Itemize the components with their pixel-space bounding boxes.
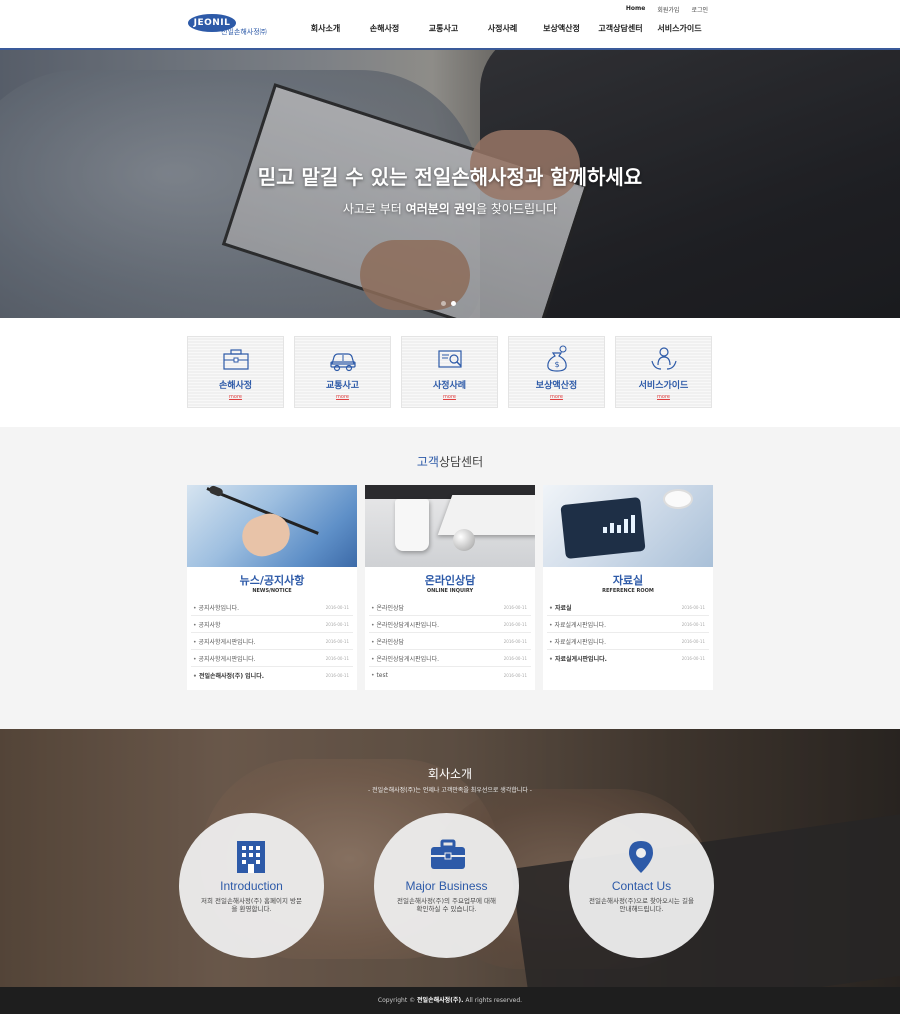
quick-item-traffic[interactable]: 교통사고 more xyxy=(294,336,391,408)
company-intro-section: 회사소개 - 전일손해사정(주)는 언제나 고객만족을 최우선으로 생각합니다 … xyxy=(0,729,900,987)
more-link[interactable]: more xyxy=(295,394,390,400)
list-item[interactable]: 온라인상담2016-00-11 xyxy=(369,633,531,650)
board-card-news: 뉴스/공지사항 NEWS/NOTICE 공지사항입니다.2016-00-11 공… xyxy=(187,485,357,690)
building-icon xyxy=(237,841,265,873)
circle-description: 전일손해사정(주)으로 찾아오시는 길을 안내해드립니다. xyxy=(589,897,694,914)
nav-item-customer-center[interactable]: 고객상담센터 xyxy=(591,23,650,34)
svg-text:$: $ xyxy=(554,360,559,369)
nav-item-cases[interactable]: 사정사례 xyxy=(473,23,532,34)
logo[interactable]: JEONIL 전일손해사정㈜ xyxy=(188,12,268,38)
quick-item-label: 교통사고 xyxy=(325,381,360,391)
board-cards: 뉴스/공지사항 NEWS/NOTICE 공지사항입니다.2016-00-11 공… xyxy=(187,485,713,690)
map-pin-icon xyxy=(629,841,653,873)
list-item[interactable]: 온라인상담2016-00-11 xyxy=(369,599,531,616)
board-title[interactable]: 온라인상담 xyxy=(365,572,535,588)
quick-item-label: 보상액산정 xyxy=(535,381,578,391)
board-subtitle: NEWS/NOTICE xyxy=(252,588,292,594)
nav-item-company[interactable]: 회사소개 xyxy=(296,23,355,34)
customer-center-section: 고객상담센터 뉴스/공지사항 NEWS/NOTICE 공지사항입니다.2016-… xyxy=(0,427,900,729)
quick-item-label: 서비스가이드 xyxy=(638,381,689,391)
board-subtitle: ONLINE INQUIRY xyxy=(426,588,474,594)
main-nav: 회사소개 손해사정 교통사고 사정사례 보상액산정 고객상담센터 서비스가이드 xyxy=(296,23,709,34)
briefcase-icon xyxy=(223,349,249,370)
quick-item-label: 손해사정 xyxy=(218,381,253,391)
list-item[interactable]: 공지사항게시판입니다.2016-00-11 xyxy=(191,633,353,650)
list-item[interactable]: 공지사항입니다.2016-00-11 xyxy=(191,599,353,616)
board-subtitle: REFERENCE ROOM xyxy=(602,588,654,594)
quick-item-compensation[interactable]: $ 보상액산정 more xyxy=(508,336,605,408)
board-list: 온라인상담2016-00-11 온라인상담게시판입니다.2016-00-11 온… xyxy=(369,599,531,684)
list-item[interactable]: 자료실2016-00-11 xyxy=(547,599,709,616)
hero-title: 믿고 맡길 수 있는 전일손해사정과 함께하세요 xyxy=(257,165,643,189)
circle-description: 저희 전일손해사정(주) 홈페이지 방문을 환영합니다. xyxy=(201,897,302,914)
major-business-circle[interactable]: Major Business 전일손해사정(주)의 주요업무에 대해 확인하실 … xyxy=(374,813,519,958)
list-item[interactable]: 공지사항게시판입니다.2016-00-11 xyxy=(191,650,353,667)
list-item[interactable]: 공지사항2016-00-11 xyxy=(191,616,353,633)
money-bag-icon: $ xyxy=(547,345,567,372)
service-person-icon xyxy=(651,347,677,370)
quick-item-label: 사정사례 xyxy=(432,381,467,391)
briefcase-icon xyxy=(431,839,465,869)
circle-title: Contact Us xyxy=(611,879,672,893)
more-link[interactable]: more xyxy=(616,394,711,400)
board-list: 자료실2016-00-11 자료실게시판입니다.2016-00-11 자료실게시… xyxy=(547,599,709,667)
circle-title: Major Business xyxy=(405,879,488,893)
contact-us-circle[interactable]: Contact Us 전일손해사정(주)으로 찾아오시는 길을 안내해드립니다. xyxy=(569,813,714,958)
board-title[interactable]: 뉴스/공지사항 xyxy=(187,572,357,588)
list-item[interactable]: 자료실게시판입니다.2016-00-11 xyxy=(547,633,709,650)
quick-item-cases[interactable]: 사정사례 more xyxy=(401,336,498,408)
list-item[interactable]: test2016-00-11 xyxy=(369,667,531,684)
logo-subtitle: 전일손해사정㈜ xyxy=(221,28,267,36)
news-photo xyxy=(187,485,357,567)
list-item[interactable]: 자료실게시판입니다.2016-00-11 xyxy=(547,650,709,667)
search-document-icon xyxy=(438,350,462,368)
slide-dot-2[interactable] xyxy=(451,301,456,306)
join-link[interactable]: 회원가입 xyxy=(657,5,679,14)
utility-nav: Home 회원가입 로그인 xyxy=(626,5,708,14)
online-photo xyxy=(365,485,535,567)
site-header: JEONIL 전일손해사정㈜ Home 회원가입 로그인 회사소개 손해사정 교… xyxy=(0,0,900,50)
nav-item-adjustment[interactable]: 손해사정 xyxy=(355,23,414,34)
list-item[interactable]: 온라인상담게시판입니다.2016-00-11 xyxy=(369,616,531,633)
board-card-reference: 자료실 REFERENCE ROOM 자료실2016-00-11 자료실게시판입… xyxy=(543,485,713,690)
more-link[interactable]: more xyxy=(188,394,283,400)
quick-menu: 손해사정 more 교통사고 more 사정사례 more $ 보상액산정 mo… xyxy=(187,336,712,408)
car-icon xyxy=(330,353,356,372)
reference-photo xyxy=(543,485,713,567)
home-link[interactable]: Home xyxy=(626,5,645,14)
board-title[interactable]: 자료실 xyxy=(543,572,713,588)
nav-item-traffic[interactable]: 교통사고 xyxy=(414,23,473,34)
site-footer: Copyright © 전일손해사정(주). All rights reserv… xyxy=(0,987,900,1014)
list-item[interactable]: 자료실게시판입니다.2016-00-11 xyxy=(547,616,709,633)
hero-banner: 믿고 맡길 수 있는 전일손해사정과 함께하세요 사고로 부터 여러분의 권익을… xyxy=(0,50,900,318)
slider-pagination xyxy=(441,301,456,306)
board-card-online: 온라인상담 ONLINE INQUIRY 온라인상담2016-00-11 온라인… xyxy=(365,485,535,690)
more-link[interactable]: more xyxy=(402,394,497,400)
section-subtitle: - 전일손해사정(주)는 언제나 고객만족을 최우선으로 생각합니다 - xyxy=(368,787,532,794)
nav-item-service-guide[interactable]: 서비스가이드 xyxy=(650,23,709,34)
section-title: 고객상담센터 xyxy=(416,455,484,469)
board-list: 공지사항입니다.2016-00-11 공지사항2016-00-11 공지사항게시… xyxy=(191,599,353,684)
circle-title: Introduction xyxy=(220,879,283,893)
quick-item-service-guide[interactable]: 서비스가이드 more xyxy=(615,336,712,408)
login-link[interactable]: 로그인 xyxy=(691,5,708,14)
quick-item-adjustment[interactable]: 손해사정 more xyxy=(187,336,284,408)
slide-dot-1[interactable] xyxy=(441,301,446,306)
hero-subtitle: 사고로 부터 여러분의 권익을 찾아드립니다 xyxy=(342,202,558,216)
section-title: 회사소개 xyxy=(427,767,473,781)
introduction-circle[interactable]: Introduction 저희 전일손해사정(주) 홈페이지 방문을 환영합니다… xyxy=(179,813,324,958)
list-item[interactable]: 전일손해사정(주) 입니다.2016-00-11 xyxy=(191,667,353,684)
more-link[interactable]: more xyxy=(509,394,604,400)
nav-item-compensation[interactable]: 보상액산정 xyxy=(532,23,591,34)
circle-description: 전일손해사정(주)의 주요업무에 대해 확인하실 수 있습니다. xyxy=(397,897,496,914)
list-item[interactable]: 온라인상담게시판입니다.2016-00-11 xyxy=(369,650,531,667)
